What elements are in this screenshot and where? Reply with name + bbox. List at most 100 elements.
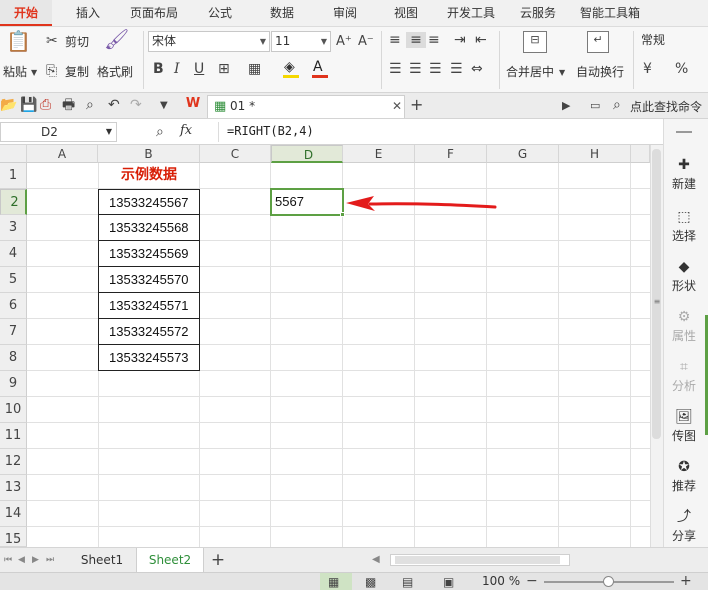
indent-icon[interactable]: ⇤	[475, 32, 487, 48]
orientation-icon[interactable]: ⇥	[454, 32, 466, 48]
undo-icon[interactable]: ↶	[108, 97, 120, 113]
row-header[interactable]: 7	[0, 319, 27, 345]
last-sheet-icon[interactable]: ⏭	[46, 552, 54, 568]
formula-input[interactable]: =RIGHT(B2,4)	[218, 122, 661, 142]
italic-button[interactable]: I	[174, 61, 180, 77]
menu-tab-formulas[interactable]: 公式	[208, 0, 232, 26]
row-header[interactable]: 15	[0, 527, 27, 547]
export-pdf-icon[interactable]: ⎙	[40, 97, 51, 113]
row-header[interactable]: 14	[0, 501, 27, 527]
new-tab-icon[interactable]: +	[410, 97, 423, 113]
column-header[interactable]: E	[343, 145, 415, 163]
format-painter-icon[interactable]: 🖌	[104, 29, 129, 49]
row-header[interactable]: 12	[0, 449, 27, 475]
font-name-select[interactable]: 宋体 ▼	[148, 31, 270, 52]
decrease-font-icon[interactable]: A⁻	[358, 34, 374, 50]
select-all-corner[interactable]	[0, 145, 27, 163]
cell-b3[interactable]: 13533245568	[98, 215, 200, 241]
column-header[interactable]: G	[487, 145, 559, 163]
panel-analysis[interactable]: ⌗ 分析	[664, 359, 704, 394]
window-icon[interactable]: ▭	[590, 98, 600, 114]
copy-button[interactable]: 复制	[65, 63, 89, 80]
merge-center-icon[interactable]: ⊟	[523, 31, 547, 53]
align-top-icon[interactable]: ≡	[389, 32, 401, 48]
menu-tab-data[interactable]: 数据	[270, 0, 294, 26]
active-cell-d2[interactable]: 5567	[270, 188, 344, 216]
print-icon[interactable]: 🖶	[62, 97, 75, 113]
align-middle-icon[interactable]: ≡	[406, 32, 426, 48]
column-header[interactable]	[631, 145, 650, 163]
row-header[interactable]: 8	[0, 345, 27, 371]
redo-icon[interactable]: ↷	[130, 97, 142, 113]
sheet-tab-sheet1[interactable]: Sheet1	[70, 548, 134, 572]
panel-select[interactable]: ⬚ 选择	[664, 209, 704, 244]
paste-icon[interactable]: 📋	[6, 31, 31, 57]
column-header-selected[interactable]: D	[271, 145, 343, 163]
menu-tab-review[interactable]: 审阅	[333, 0, 357, 26]
menu-tab-developer[interactable]: 开发工具	[447, 0, 495, 26]
paste-button[interactable]: 粘贴	[3, 63, 27, 80]
align-bottom-icon[interactable]: ≡	[428, 32, 440, 48]
reading-view-icon[interactable]: ▣	[443, 574, 454, 590]
increase-font-icon[interactable]: A⁺	[336, 34, 352, 50]
open-folder-icon[interactable]: 📂	[0, 97, 17, 113]
cell-style-icon[interactable]: ▦	[248, 61, 261, 77]
menu-tab-cloud[interactable]: 云服务	[520, 0, 556, 26]
save-icon[interactable]: 💾	[20, 97, 37, 113]
spreadsheet-grid[interactable]: A B C D E F G H 1 2 3 4 5 6 7 8 9 10 11 …	[0, 145, 650, 547]
row-header[interactable]: 13	[0, 475, 27, 501]
align-left-icon[interactable]: ☰	[389, 61, 402, 77]
row-header[interactable]: 4	[0, 241, 27, 267]
close-tab-icon[interactable]: ✕	[392, 99, 402, 113]
fill-color-icon[interactable]: ◈	[284, 59, 295, 75]
vertical-scrollbar[interactable]: ≡	[650, 145, 663, 547]
wrap-text-button[interactable]: 自动换行	[576, 63, 624, 80]
column-header[interactable]: F	[415, 145, 487, 163]
panel-shape[interactable]: ◆ 形状	[664, 259, 704, 294]
next-sheet-icon[interactable]: ▶	[32, 552, 39, 568]
cut-button[interactable]: 剪切	[65, 33, 89, 50]
merge-dropdown-icon[interactable]: ▼	[559, 65, 565, 81]
add-sheet-button[interactable]: +	[208, 548, 228, 572]
paste-dropdown-icon[interactable]: ▼	[31, 65, 37, 81]
name-box[interactable]: D2 ▼	[0, 122, 117, 142]
justify-icon[interactable]: ☰	[450, 61, 463, 77]
row-header[interactable]: 3	[0, 215, 27, 241]
panel-upload-image[interactable]: 🖼 传图	[664, 409, 704, 444]
column-header[interactable]: H	[559, 145, 631, 163]
zoom-level[interactable]: 100 %	[482, 574, 520, 588]
first-sheet-icon[interactable]: ⏮	[4, 552, 12, 568]
document-tab[interactable]: ▦ 01 * ✕	[207, 95, 405, 118]
panel-new[interactable]: ✚ 新建	[664, 157, 704, 192]
bold-button[interactable]: B	[153, 61, 164, 77]
panel-recommend[interactable]: ✪ 推荐	[664, 459, 704, 494]
menu-tab-smart-tools[interactable]: 智能工具箱	[580, 0, 640, 26]
play-icon[interactable]: ▶	[562, 98, 570, 114]
row-header[interactable]: 6	[0, 293, 27, 319]
cell-b1-header[interactable]: 示例数据	[99, 163, 199, 188]
cell-b2[interactable]: 13533245567	[98, 189, 200, 215]
h-scroll-thumb[interactable]	[395, 556, 560, 564]
menu-tab-insert[interactable]: 插入	[76, 0, 100, 26]
row-header[interactable]: 11	[0, 423, 27, 449]
font-color-icon[interactable]: A	[313, 59, 323, 75]
horizontal-scrollbar[interactable]	[390, 554, 570, 566]
print-preview-icon[interactable]: ⌕	[86, 97, 94, 113]
scroll-left-icon[interactable]: ◀	[372, 552, 380, 568]
command-search[interactable]: 点此查找命令	[630, 98, 702, 115]
wrap-text-icon[interactable]: ↵	[587, 31, 609, 53]
column-header[interactable]: C	[200, 145, 271, 163]
align-center-icon[interactable]: ☰	[409, 61, 422, 77]
row-header[interactable]: 9	[0, 371, 27, 397]
font-size-select[interactable]: 11 ▼	[271, 31, 331, 52]
scroll-thumb[interactable]	[652, 149, 661, 439]
borders-icon[interactable]: ⊞	[218, 61, 230, 77]
cell-b8[interactable]: 13533245573	[98, 345, 200, 371]
sheet-tab-sheet2[interactable]: Sheet2	[136, 548, 204, 572]
cell-b4[interactable]: 13533245569	[98, 241, 200, 267]
percent-button[interactable]: %	[675, 61, 688, 77]
currency-icon[interactable]: ¥	[643, 61, 652, 77]
align-right-icon[interactable]: ☰	[429, 61, 442, 77]
cell-b7[interactable]: 13533245572	[98, 319, 200, 345]
distribute-icon[interactable]: ⇔	[471, 61, 483, 77]
